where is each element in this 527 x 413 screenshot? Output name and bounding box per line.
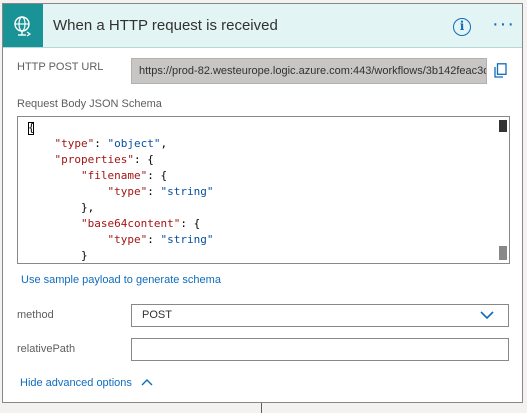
code-line: "type": "string" bbox=[107, 233, 214, 246]
method-select[interactable]: POST bbox=[131, 304, 509, 327]
code-line: "type": "object", bbox=[54, 137, 168, 150]
more-options-icon[interactable]: ··· bbox=[492, 14, 515, 34]
code-line: }, bbox=[28, 201, 95, 214]
method-label: method bbox=[17, 309, 54, 321]
hide-advanced-options-button[interactable]: Hide advanced options bbox=[20, 377, 153, 389]
method-value: POST bbox=[142, 309, 172, 321]
code-line: { bbox=[28, 121, 35, 134]
chevron-up-icon bbox=[141, 379, 153, 386]
http-post-url-field[interactable]: https://prod-82.westeurope.logic.azure.c… bbox=[131, 58, 487, 84]
sample-payload-link[interactable]: Use sample payload to generate schema bbox=[21, 274, 221, 286]
schema-label: Request Body JSON Schema bbox=[17, 98, 162, 110]
globe-request-icon bbox=[3, 4, 43, 47]
code-line: "base64content": { bbox=[80, 217, 201, 230]
scrollbar-thumb[interactable] bbox=[499, 120, 507, 132]
trigger-title: When a HTTP request is received bbox=[53, 17, 278, 34]
relative-path-label: relativePath bbox=[17, 343, 76, 355]
editor-scrollbar[interactable] bbox=[499, 120, 507, 260]
http-trigger-card: When a HTTP request is received i ··· HT… bbox=[2, 3, 523, 403]
code-line: } bbox=[28, 249, 88, 262]
code-line: "properties": { bbox=[54, 153, 154, 166]
info-icon[interactable]: i bbox=[453, 18, 471, 36]
schema-code: { "type": "object", "properties": { "fil… bbox=[28, 120, 214, 263]
scrollbar-end bbox=[499, 246, 507, 260]
copy-icon[interactable] bbox=[494, 63, 507, 83]
code-line: "filename": { bbox=[80, 169, 168, 182]
http-post-url-label: HTTP POST URL bbox=[17, 61, 104, 73]
chevron-down-icon bbox=[480, 311, 494, 320]
schema-editor[interactable]: { "type": "object", "properties": { "fil… bbox=[17, 116, 510, 264]
code-line: "type": "string" bbox=[107, 185, 214, 198]
hide-advanced-label: Hide advanced options bbox=[20, 377, 132, 389]
relative-path-input[interactable] bbox=[131, 338, 509, 361]
trigger-header[interactable]: When a HTTP request is received i ··· bbox=[3, 4, 522, 48]
flow-connector bbox=[261, 403, 262, 413]
